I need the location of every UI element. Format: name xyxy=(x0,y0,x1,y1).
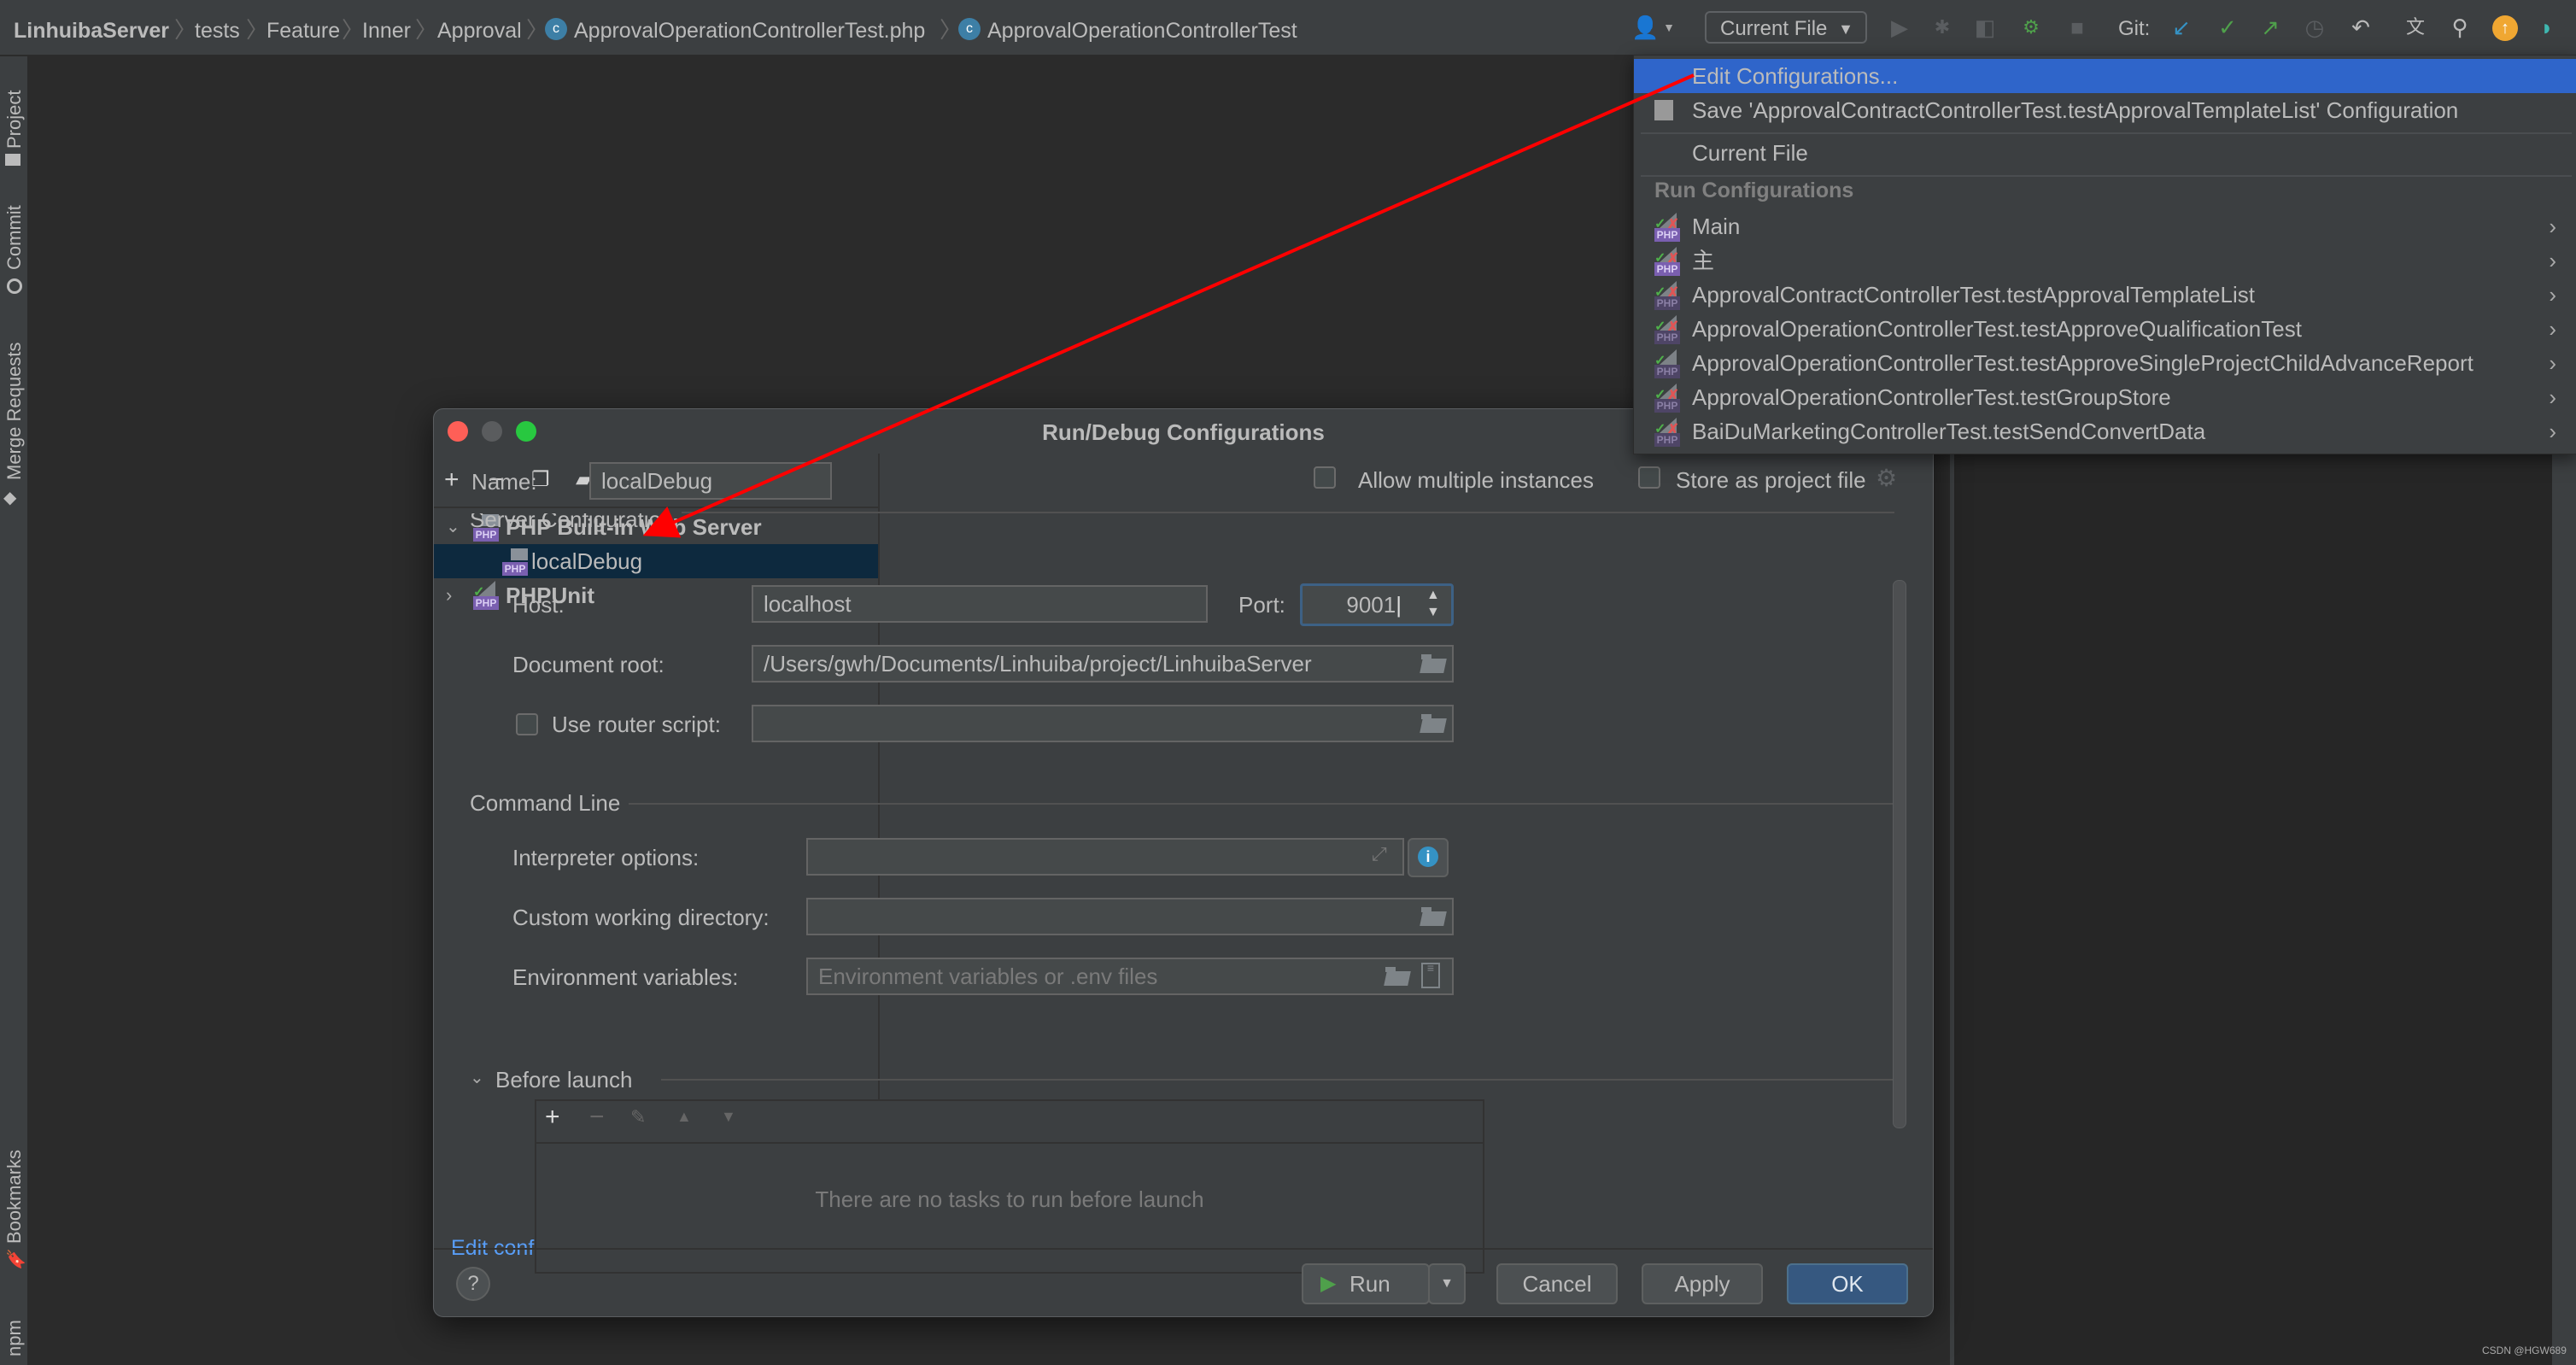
watermark: CSDN @HGW689 xyxy=(2482,1344,2567,1356)
annotation-arrow xyxy=(642,73,1695,538)
annotation-overlay xyxy=(642,73,1695,538)
